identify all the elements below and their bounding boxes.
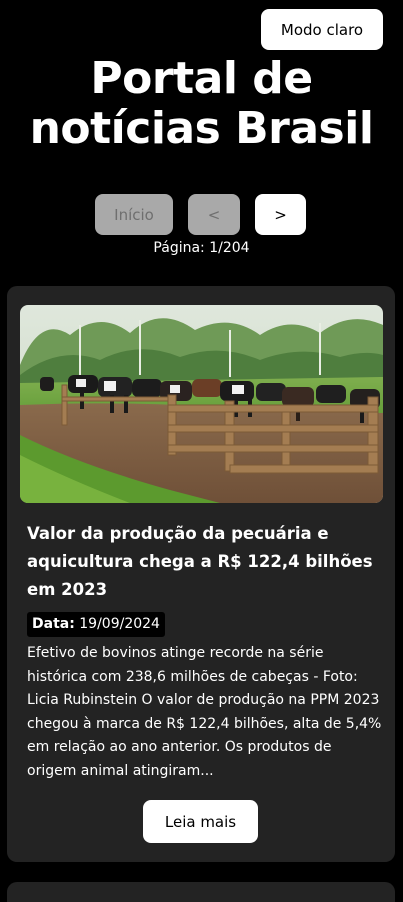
- next-page-button[interactable]: >: [255, 194, 306, 235]
- news-title[interactable]: Valor da produção da pecuária e aquicult…: [27, 520, 377, 604]
- site-title: Portal de notícias Brasil: [29, 53, 374, 154]
- theme-toggle-button[interactable]: Modo claro: [261, 9, 383, 50]
- news-card-next: [7, 882, 395, 902]
- date-value: 19/09/2024: [79, 616, 160, 632]
- previous-page-button[interactable]: <: [188, 194, 240, 235]
- first-page-button[interactable]: Início: [95, 194, 173, 235]
- pagination: Início < >: [0, 194, 403, 235]
- news-image[interactable]: [20, 305, 383, 503]
- date-label: Data:: [32, 616, 75, 632]
- read-more-button[interactable]: Leia mais: [143, 800, 258, 843]
- news-excerpt: Efetivo de bovinos atinge recorde na sér…: [27, 645, 382, 779]
- date-badge: Data: 19/09/2024: [27, 612, 165, 637]
- news-card: Valor da produção da pecuária e aquicult…: [7, 286, 395, 862]
- page: Modo claro Portal de notícias Brasil Iní…: [0, 0, 403, 902]
- page-indicator: Página: 1/204: [153, 240, 250, 256]
